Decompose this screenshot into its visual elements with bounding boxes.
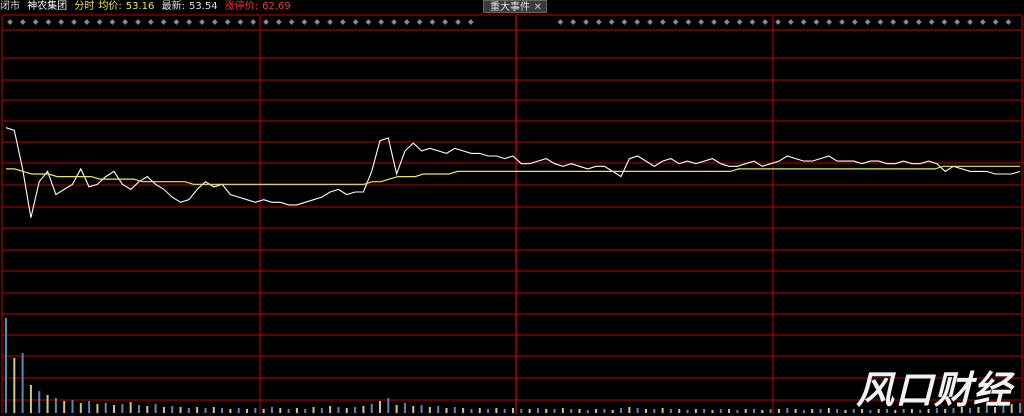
event-marker-icon bbox=[749, 19, 756, 25]
event-marker-icon bbox=[826, 19, 833, 25]
event-marker-icon bbox=[429, 19, 436, 25]
event-marker-icon bbox=[941, 19, 948, 25]
event-marker-icon bbox=[365, 19, 372, 25]
event-marker-icon bbox=[83, 19, 90, 25]
event-marker-icon bbox=[275, 19, 282, 25]
event-marker-icon bbox=[211, 19, 218, 25]
event-marker-icon bbox=[608, 19, 615, 25]
event-marker-icon bbox=[711, 19, 717, 25]
event-marker-icon bbox=[787, 19, 794, 25]
event-marker-icon bbox=[864, 19, 871, 25]
event-marker-icon bbox=[186, 19, 193, 25]
event-marker-icon bbox=[58, 19, 65, 25]
event-marker-icon bbox=[455, 19, 461, 25]
event-marker-icon bbox=[467, 19, 474, 25]
event-marker-icon bbox=[928, 19, 935, 25]
event-marker-icon bbox=[7, 19, 13, 25]
event-marker-icon bbox=[583, 19, 589, 25]
event-marker-icon bbox=[327, 19, 333, 25]
event-marker-icon bbox=[659, 19, 666, 25]
event-marker-icon bbox=[135, 19, 141, 25]
event-marker-icon bbox=[339, 19, 346, 25]
event-marker-icon bbox=[595, 19, 602, 25]
event-marker-icon bbox=[851, 19, 858, 25]
event-marker-icon bbox=[647, 19, 653, 25]
event-marker-icon bbox=[736, 19, 743, 25]
event-marker-icon bbox=[32, 19, 39, 25]
event-marker-icon bbox=[954, 19, 961, 25]
event-marker-icon bbox=[813, 19, 820, 25]
event-marker-icon bbox=[314, 19, 321, 25]
event-marker-icon bbox=[992, 19, 999, 25]
event-marker-icon bbox=[1005, 19, 1012, 25]
event-marker-icon bbox=[723, 19, 730, 25]
event-marker-icon bbox=[762, 19, 769, 25]
event-marker-icon bbox=[160, 19, 167, 25]
event-marker-icon bbox=[416, 19, 423, 25]
event-marker-icon bbox=[237, 19, 244, 25]
event-marker-icon bbox=[634, 19, 641, 25]
event-marker-icon bbox=[224, 19, 231, 25]
event-marker-icon bbox=[263, 19, 269, 25]
event-marker-icon bbox=[800, 19, 807, 25]
event-marker-icon bbox=[71, 19, 77, 25]
event-marker-icon bbox=[147, 19, 154, 25]
event-marker-icon bbox=[45, 19, 52, 25]
event-marker-icon bbox=[967, 19, 973, 25]
event-marker-icon bbox=[96, 19, 103, 25]
event-marker-icon bbox=[877, 19, 884, 25]
intraday-chart[interactable] bbox=[0, 0, 1024, 416]
event-marker-icon bbox=[250, 19, 257, 25]
event-marker-icon bbox=[775, 19, 781, 25]
event-marker-icon bbox=[672, 19, 679, 25]
event-marker-icon bbox=[173, 19, 180, 25]
event-marker-icon bbox=[915, 19, 922, 25]
event-marker-icon bbox=[199, 19, 205, 25]
event-marker-icon bbox=[122, 19, 129, 25]
event-marker-icon bbox=[288, 19, 295, 25]
event-marker-icon bbox=[403, 19, 410, 25]
avg-price-line bbox=[6, 165, 1020, 185]
event-marker-icon bbox=[621, 19, 628, 25]
event-marker-icon bbox=[570, 19, 577, 25]
event-marker-icon bbox=[19, 19, 26, 25]
event-marker-icon bbox=[301, 19, 308, 25]
event-marker-icon bbox=[557, 19, 564, 25]
price-line bbox=[5, 127, 1021, 218]
event-marker-icon bbox=[391, 19, 397, 25]
event-marker-icon bbox=[378, 19, 385, 25]
event-marker-icon bbox=[890, 19, 897, 25]
event-marker-icon bbox=[442, 19, 449, 25]
event-marker-icon bbox=[903, 19, 909, 25]
event-marker-icon bbox=[685, 19, 692, 25]
event-marker-icon bbox=[352, 19, 359, 25]
event-marker-icon bbox=[698, 19, 705, 25]
event-marker-icon bbox=[979, 19, 986, 25]
watermark-logo: 风口财经 bbox=[855, 368, 1012, 412]
event-marker-icon bbox=[109, 19, 116, 25]
event-marker-icon bbox=[839, 19, 845, 25]
